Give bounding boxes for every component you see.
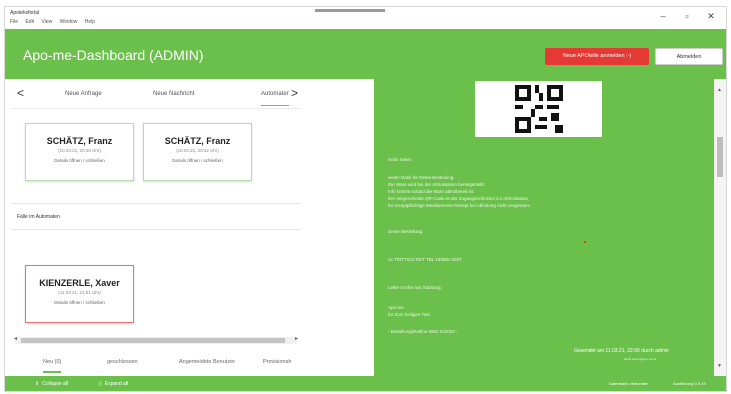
- tab-closed[interactable]: geschlossen: [107, 359, 138, 365]
- qr-code-icon: [515, 85, 563, 133]
- message-line: vielen Dank für Deine Bestellung.: [388, 175, 455, 180]
- menu-bar: File Edit View Window Help: [10, 19, 101, 25]
- window-titlebar: Apoteksfortal File Edit View Window Help…: [5, 7, 726, 29]
- order-item: 1x TRITTICO RET TBL 150MG 60ST: [388, 257, 463, 262]
- db-status: Datenbank verbunden: [609, 381, 649, 386]
- expand-all-button[interactable]: ▯ Expand all: [99, 381, 128, 387]
- message-line: für rezeptpflichtige Medikamente Rezept …: [388, 203, 530, 208]
- bottom-tabs: Neu (0) geschlossen Angemeldete Benutzer…: [11, 355, 301, 375]
- signature-line: Apo-me: [388, 305, 404, 310]
- scrollbar-thumb[interactable]: [21, 338, 285, 343]
- version-label: Ausführung 0.9.19: [673, 381, 706, 386]
- page-title: Apo-me-Dashboard (ADMIN): [23, 47, 204, 63]
- automat-card[interactable]: KIENZERLE, Xaver (11.03.21, 21:51 Uhr) D…: [25, 265, 134, 323]
- menu-file[interactable]: File: [10, 19, 18, 25]
- close-icon[interactable]: ✕: [703, 11, 719, 22]
- patient-name: SCHÄTZ, Franz: [46, 136, 113, 146]
- patient-name: KIENZERLE, Xaver: [39, 278, 120, 288]
- app-window: Apoteksfortal File Edit View Window Help…: [4, 6, 727, 392]
- order-label: Deine Bestellung:: [388, 229, 424, 234]
- details-toggle-link[interactable]: Details öffnen / schließen: [26, 158, 133, 163]
- maximize-icon[interactable]: ▫: [679, 11, 695, 21]
- qr-code-image: [475, 81, 602, 137]
- section-divider: [11, 229, 301, 230]
- tabs-right-arrow-icon[interactable]: >: [291, 86, 298, 100]
- vertical-scrollbar[interactable]: ▲ ▼: [714, 79, 726, 376]
- menu-window[interactable]: Window: [60, 19, 78, 25]
- tab-new-message[interactable]: Neue Nachricht: [153, 91, 194, 97]
- tab-new[interactable]: Neu (0): [43, 359, 62, 373]
- menu-view[interactable]: View: [41, 19, 52, 25]
- tab-registered-users[interactable]: Angemeldete Benutzer: [179, 359, 235, 365]
- scroll-up-icon[interactable]: ▲: [717, 87, 722, 93]
- menu-edit[interactable]: Edit: [25, 19, 34, 25]
- app-header: Apo-me-Dashboard (ADMIN) Neue APOtelle a…: [5, 29, 726, 79]
- request-time: (10.03.21, 20:42 Uhr): [176, 148, 219, 153]
- sender-email: jakob.bauer@apo-me.at: [624, 357, 657, 361]
- message-line: Die Ware wird bei der Abholstation berei…: [388, 182, 485, 187]
- collapse-all-button[interactable]: ⇕ Collapse all: [35, 381, 68, 387]
- logout-button[interactable]: Abmelden: [655, 48, 723, 65]
- expand-icon: ▯: [99, 381, 102, 387]
- register-apotelle-button[interactable]: Neue APOtelle anmelden :-): [545, 48, 649, 65]
- panel-gap: [301, 79, 373, 376]
- expand-all-label: Expand all: [104, 381, 129, 387]
- request-tabs: < Neue Anfrage Neue Nachricht Automaten …: [11, 83, 301, 109]
- minimize-icon[interactable]: –: [655, 11, 671, 21]
- message-greeting: Hallo Xaver,: [388, 157, 413, 162]
- details-toggle-link[interactable]: Details öffnen / schließen: [26, 300, 133, 305]
- request-time: (10.03.21, 20:48 Uhr): [58, 148, 101, 153]
- regards-line: Liebe Grüße aus Salzburg,: [388, 285, 442, 290]
- signature-line: für Zum heiligen Test.: [388, 312, 431, 317]
- sent-timestamp: Gesendet am 11.03.21, 22:00 durch admin: [574, 348, 669, 354]
- scroll-left-icon[interactable]: ◂: [14, 335, 17, 342]
- scroll-right-icon[interactable]: ▸: [295, 335, 298, 342]
- scrollbar-thumb[interactable]: [717, 137, 723, 177]
- section-divider: [11, 203, 301, 204]
- message-line: Info kommt sobald die Ware abholbereit i…: [388, 189, 475, 194]
- tab-automaten[interactable]: Automaten: [261, 91, 289, 106]
- drag-handle[interactable]: [315, 9, 385, 12]
- collapse-icon: ⇕: [35, 381, 40, 387]
- section-title: Fälle im Automaten: [17, 214, 60, 220]
- request-card[interactable]: SCHÄTZ, Franz (10.03.21, 20:48 Uhr) Deta…: [25, 123, 134, 181]
- app-title: Apoteksfortal: [10, 10, 40, 16]
- status-footer: ⇕ Collapse all ▯ Expand all Datenbank verb…: [5, 376, 726, 391]
- left-panel: < Neue Anfrage Neue Nachricht Automaten …: [11, 79, 301, 376]
- patient-name: SCHÄTZ, Franz: [164, 136, 231, 146]
- message-line: Der mitgeschickte QR-Code ist der Zugang…: [388, 196, 530, 201]
- tab-provision[interactable]: Provisionsh: [263, 359, 299, 365]
- request-time: (11.03.21, 21:51 Uhr): [58, 290, 101, 295]
- tabs-left-arrow-icon[interactable]: <: [17, 86, 24, 100]
- details-toggle-link[interactable]: Details öffnen / schließen: [144, 158, 251, 163]
- message-panel: Hallo Xaver, vielen Dank für Deine Beste…: [374, 79, 714, 376]
- tab-new-request[interactable]: Neue Anfrage: [65, 91, 102, 97]
- scroll-down-icon[interactable]: ▼: [717, 363, 722, 369]
- menu-help[interactable]: Help: [85, 19, 95, 25]
- collapse-all-label: Collapse all: [42, 381, 69, 387]
- hotline-line: - Bestellungshotline 0662 022022 -: [388, 329, 458, 334]
- red-marker: [584, 241, 586, 243]
- request-card[interactable]: SCHÄTZ, Franz (10.03.21, 20:42 Uhr) Deta…: [143, 123, 252, 181]
- horizontal-scrollbar[interactable]: ◂ ▸: [14, 335, 298, 344]
